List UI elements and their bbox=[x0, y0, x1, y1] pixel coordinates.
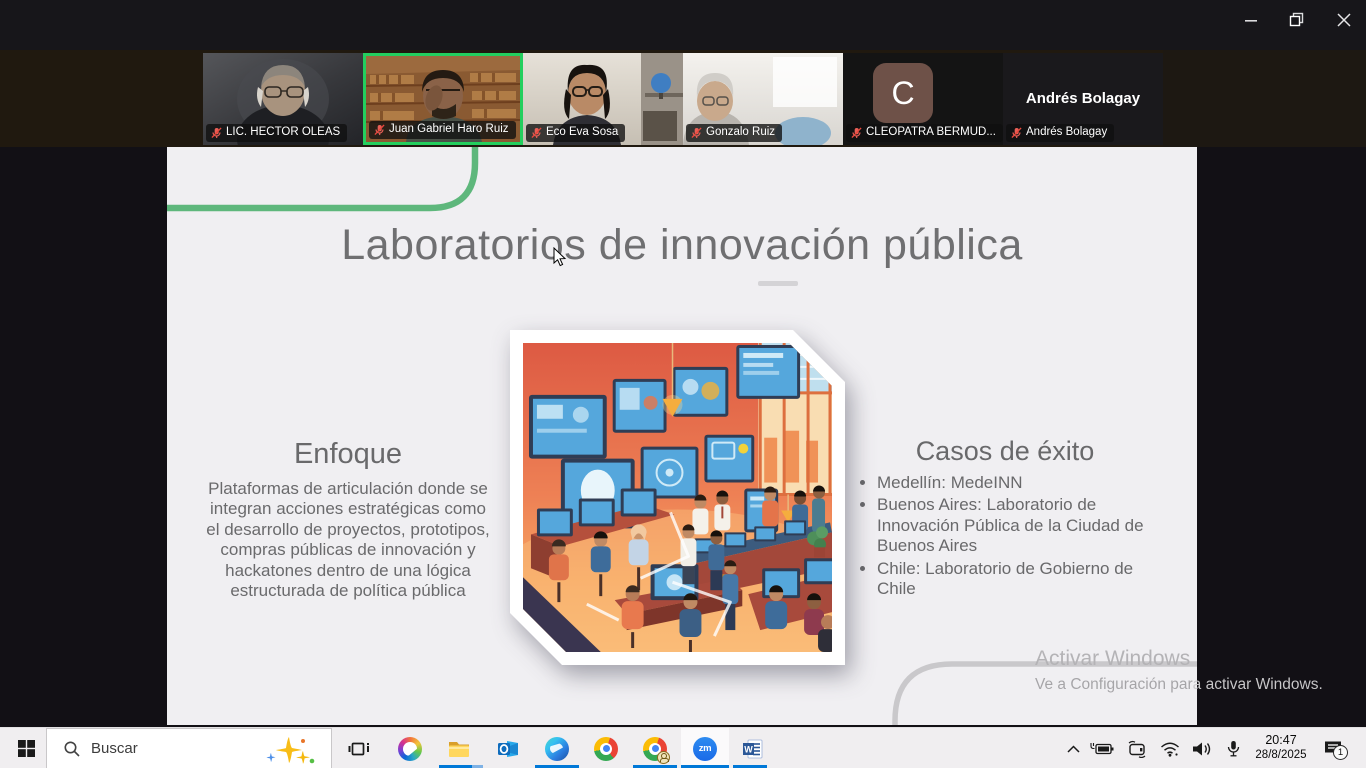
restore-icon[interactable] bbox=[1283, 6, 1311, 34]
search-icon bbox=[63, 740, 81, 758]
file-explorer-button[interactable] bbox=[447, 728, 471, 768]
zoom-app-button[interactable]: zm bbox=[693, 728, 717, 768]
muted-mic-icon bbox=[691, 127, 702, 139]
muted-mic-icon bbox=[851, 127, 862, 139]
outlook-icon bbox=[496, 737, 520, 761]
watermark-line1: Activar Windows bbox=[1035, 647, 1323, 671]
profile-badge-icon bbox=[657, 751, 670, 764]
casos-item: Medellín: MedeINN bbox=[877, 473, 1155, 493]
enfoque-block: Enfoque Plataformas de articulación dond… bbox=[203, 438, 493, 601]
participant-name-tag: Gonzalo Ruiz bbox=[686, 124, 782, 142]
outlook-button[interactable] bbox=[496, 728, 520, 768]
microphone-status[interactable] bbox=[1222, 728, 1244, 768]
participant-name-tag: LIC. HECTOR OLEAS bbox=[206, 124, 347, 142]
participant-name-tag: Juan Gabriel Haro Ruiz bbox=[369, 121, 516, 139]
battery-status[interactable] bbox=[1089, 728, 1115, 768]
cast-device-status[interactable] bbox=[1124, 728, 1150, 768]
file-explorer-icon bbox=[447, 737, 471, 761]
chrome-button[interactable] bbox=[594, 728, 618, 768]
chrome-icon bbox=[594, 737, 618, 761]
casos-item: Buenos Aires: Laboratorio de Innovación … bbox=[877, 495, 1155, 556]
chevron-up-icon bbox=[1067, 745, 1080, 753]
enfoque-heading: Enfoque bbox=[203, 438, 493, 471]
participant-name: Gonzalo Ruiz bbox=[706, 126, 775, 139]
start-button[interactable] bbox=[8, 728, 44, 768]
participant-name-tag: Eco Eva Sosa bbox=[526, 124, 625, 142]
participant-name: Eco Eva Sosa bbox=[546, 126, 618, 139]
video-tile-juan-active-speaker[interactable]: Juan Gabriel Haro Ruiz bbox=[363, 53, 523, 145]
watermark-line2: Ve a Configuración para activar Windows. bbox=[1035, 676, 1323, 694]
participant-name: Andrés Bolagay bbox=[1026, 126, 1107, 139]
zoom-meeting-window: LIC. HECTOR OLEAS Juan Gabriel Haro R bbox=[0, 0, 1366, 768]
mouse-cursor bbox=[553, 247, 567, 267]
casos-item: Chile: Laboratorio de Gobierno de Chile bbox=[877, 559, 1155, 600]
network-status[interactable] bbox=[1157, 728, 1183, 768]
lab-illustration-frame bbox=[510, 330, 845, 665]
slide-green-accent-curve bbox=[167, 147, 487, 217]
chrome-profile-icon bbox=[643, 737, 667, 761]
task-view-icon bbox=[347, 737, 371, 761]
edge-button[interactable] bbox=[545, 728, 569, 768]
edge-icon bbox=[545, 737, 569, 761]
video-tile-eva[interactable]: Eco Eva Sosa bbox=[523, 53, 683, 145]
casos-block: Casos de éxito Medellín: MedeINN Buenos … bbox=[855, 436, 1155, 601]
slide-gray-accent-curve bbox=[887, 657, 1197, 725]
notification-count-badge: 1 bbox=[1333, 745, 1348, 760]
casos-heading: Casos de éxito bbox=[855, 436, 1155, 467]
enfoque-body: Plataformas de articulación donde se int… bbox=[203, 479, 493, 601]
chrome-profile-button[interactable] bbox=[643, 728, 667, 768]
window-title-bar bbox=[0, 0, 1366, 50]
task-view-button[interactable] bbox=[347, 728, 371, 768]
wifi-icon bbox=[1160, 741, 1180, 757]
battery-charging-icon bbox=[1090, 742, 1114, 756]
video-tile-andres[interactable]: Andrés Bolagay Andrés Bolagay bbox=[1003, 53, 1163, 145]
shared-screen-slide: Laboratorios de innovación pública Enfoq… bbox=[167, 147, 1197, 725]
zoom-app-icon: zm bbox=[693, 737, 717, 761]
cast-icon bbox=[1126, 740, 1148, 758]
muted-mic-icon bbox=[211, 127, 222, 139]
search-input[interactable]: Buscar bbox=[46, 728, 332, 768]
participant-name-tag: CLEOPATRA BERMUD... bbox=[846, 124, 1003, 142]
copilot-icon bbox=[398, 737, 422, 761]
lab-illustration bbox=[523, 343, 832, 652]
windows-logo-icon bbox=[18, 740, 35, 757]
copilot-button[interactable] bbox=[398, 728, 422, 768]
microphone-icon bbox=[1227, 740, 1240, 757]
search-placeholder: Buscar bbox=[91, 740, 138, 757]
svg-text:W: W bbox=[744, 744, 753, 754]
video-strip-background-right bbox=[1163, 50, 1366, 147]
video-tile-gonzalo[interactable]: Gonzalo Ruiz bbox=[683, 53, 843, 145]
search-highlights-sparkle-icon bbox=[261, 735, 317, 765]
windows-taskbar: Buscar bbox=[0, 727, 1366, 768]
clock[interactable]: 20:47 28/8/2025 bbox=[1248, 733, 1314, 762]
close-icon[interactable] bbox=[1330, 6, 1358, 34]
muted-mic-icon bbox=[1011, 127, 1022, 139]
muted-mic-icon bbox=[531, 127, 542, 139]
participant-name-tag: Andrés Bolagay bbox=[1006, 124, 1114, 142]
participant-name: CLEOPATRA BERMUD... bbox=[866, 126, 996, 139]
participant-name: Juan Gabriel Haro Ruiz bbox=[389, 123, 509, 136]
video-tile-hector[interactable]: LIC. HECTOR OLEAS bbox=[203, 53, 363, 145]
word-icon: W bbox=[741, 737, 765, 761]
casos-list: Medellín: MedeINN Buenos Aires: Laborato… bbox=[855, 473, 1155, 599]
slide-title: Laboratorios de innovación pública bbox=[167, 221, 1197, 270]
time-label: 20:47 bbox=[1248, 733, 1314, 748]
date-label: 28/8/2025 bbox=[1248, 748, 1314, 762]
participant-avatar: C bbox=[873, 63, 933, 123]
title-underline-dash bbox=[758, 281, 798, 286]
word-button[interactable]: W bbox=[741, 728, 765, 768]
activate-windows-watermark: Activar Windows Ve a Configuración para … bbox=[1035, 647, 1323, 694]
muted-mic-icon bbox=[374, 124, 385, 136]
volume-status[interactable] bbox=[1189, 728, 1217, 768]
minimize-icon[interactable] bbox=[1237, 6, 1265, 34]
participant-display-name: Andrés Bolagay bbox=[1003, 90, 1163, 107]
speaker-icon bbox=[1192, 741, 1214, 757]
tray-expand-button[interactable] bbox=[1062, 728, 1084, 768]
participant-name: LIC. HECTOR OLEAS bbox=[226, 126, 340, 139]
video-tile-cleopatra[interactable]: C CLEOPATRA BERMUD... bbox=[843, 53, 1003, 145]
